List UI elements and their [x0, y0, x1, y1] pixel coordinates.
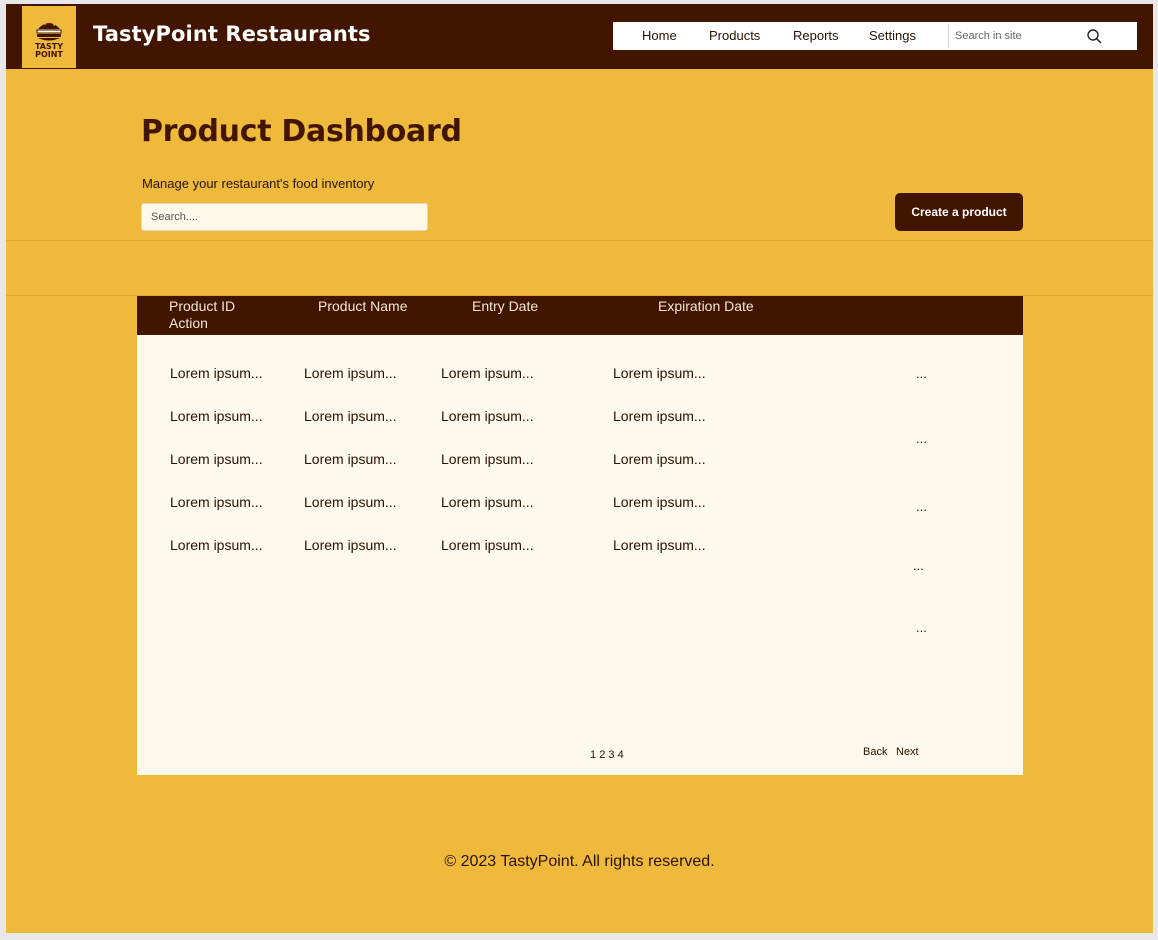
- cell-expiration-date: Lorem ipsum...: [613, 494, 706, 510]
- nav-reports[interactable]: Reports: [793, 28, 839, 43]
- nav-products[interactable]: Products: [709, 28, 760, 43]
- row-action-menu[interactable]: ...: [916, 620, 927, 635]
- page-link-2[interactable]: 2: [599, 749, 605, 761]
- cell-entry-date: Lorem ipsum...: [441, 451, 534, 467]
- row-action-menu[interactable]: ...: [916, 431, 927, 446]
- cell-product-name: Lorem ipsum...: [304, 494, 397, 510]
- cell-expiration-date: Lorem ipsum...: [613, 365, 706, 381]
- logo[interactable]: TASTY POINT: [22, 6, 76, 68]
- cell-product-id: Lorem ipsum...: [170, 537, 263, 553]
- cell-entry-date: Lorem ipsum...: [441, 494, 534, 510]
- nav-settings[interactable]: Settings: [869, 28, 916, 43]
- header-product-name: Product Name: [318, 298, 408, 314]
- back-button[interactable]: Back: [863, 746, 887, 758]
- search-icon[interactable]: [1086, 28, 1102, 44]
- cell-entry-date: Lorem ipsum...: [441, 537, 534, 553]
- page-link-1[interactable]: 1: [590, 749, 596, 761]
- cell-entry-date: Lorem ipsum...: [441, 365, 534, 381]
- site-search-input[interactable]: [955, 28, 1075, 44]
- row-action-menu[interactable]: ...: [913, 558, 924, 573]
- page-subtitle: Manage your restaurant's food inventory: [142, 176, 375, 191]
- pagination: 1 2 3 4: [590, 749, 624, 761]
- header-product-id-action: Product ID Action: [169, 298, 235, 332]
- product-search-input[interactable]: [141, 203, 428, 231]
- header-entry-date: Entry Date: [472, 298, 539, 314]
- next-button[interactable]: Next: [896, 746, 919, 758]
- products-table: Product ID Action Product Name Entry Dat…: [137, 296, 1023, 775]
- nav-home[interactable]: Home: [642, 28, 677, 43]
- cell-product-name: Lorem ipsum...: [304, 537, 397, 553]
- page-link-3[interactable]: 3: [608, 749, 614, 761]
- site-search: [948, 24, 1107, 48]
- page-title: Product Dashboard: [141, 114, 462, 149]
- nav-menu: Home Products Reports Settings: [613, 22, 1137, 50]
- row-action-menu[interactable]: ...: [916, 366, 927, 381]
- header-product-id: Product ID: [169, 298, 236, 314]
- header-action: Action: [169, 315, 208, 331]
- create-product-button[interactable]: Create a product: [895, 193, 1023, 231]
- top-navbar: TASTY POINT TastyPoint Restaurants Home …: [6, 4, 1153, 69]
- cell-product-name: Lorem ipsum...: [304, 365, 397, 381]
- header-expiration-date: Expiration Date: [658, 298, 754, 314]
- cell-entry-date: Lorem ipsum...: [441, 408, 534, 424]
- cell-product-id: Lorem ipsum...: [170, 408, 263, 424]
- cell-product-name: Lorem ipsum...: [304, 408, 397, 424]
- footer-copyright: © 2023 TastyPoint. All rights reserved.: [444, 853, 715, 870]
- page-link-4[interactable]: 4: [618, 749, 624, 761]
- cell-expiration-date: Lorem ipsum...: [613, 451, 706, 467]
- cell-product-id: Lorem ipsum...: [170, 451, 263, 467]
- table-header: Product ID Action Product Name Entry Dat…: [137, 296, 1023, 335]
- logo-text: TASTY POINT: [34, 42, 64, 59]
- burger-logo-icon: [36, 21, 62, 41]
- cell-expiration-date: Lorem ipsum...: [613, 537, 706, 553]
- cell-product-id: Lorem ipsum...: [170, 494, 263, 510]
- cell-expiration-date: Lorem ipsum...: [613, 408, 706, 424]
- cell-product-id: Lorem ipsum...: [170, 365, 263, 381]
- page-frame: TASTY POINT TastyPoint Restaurants Home …: [6, 4, 1153, 933]
- section-divider-top: [6, 240, 1153, 241]
- brand-name: TastyPoint Restaurants: [93, 22, 371, 46]
- row-action-menu[interactable]: ...: [916, 499, 927, 514]
- cell-product-name: Lorem ipsum...: [304, 451, 397, 467]
